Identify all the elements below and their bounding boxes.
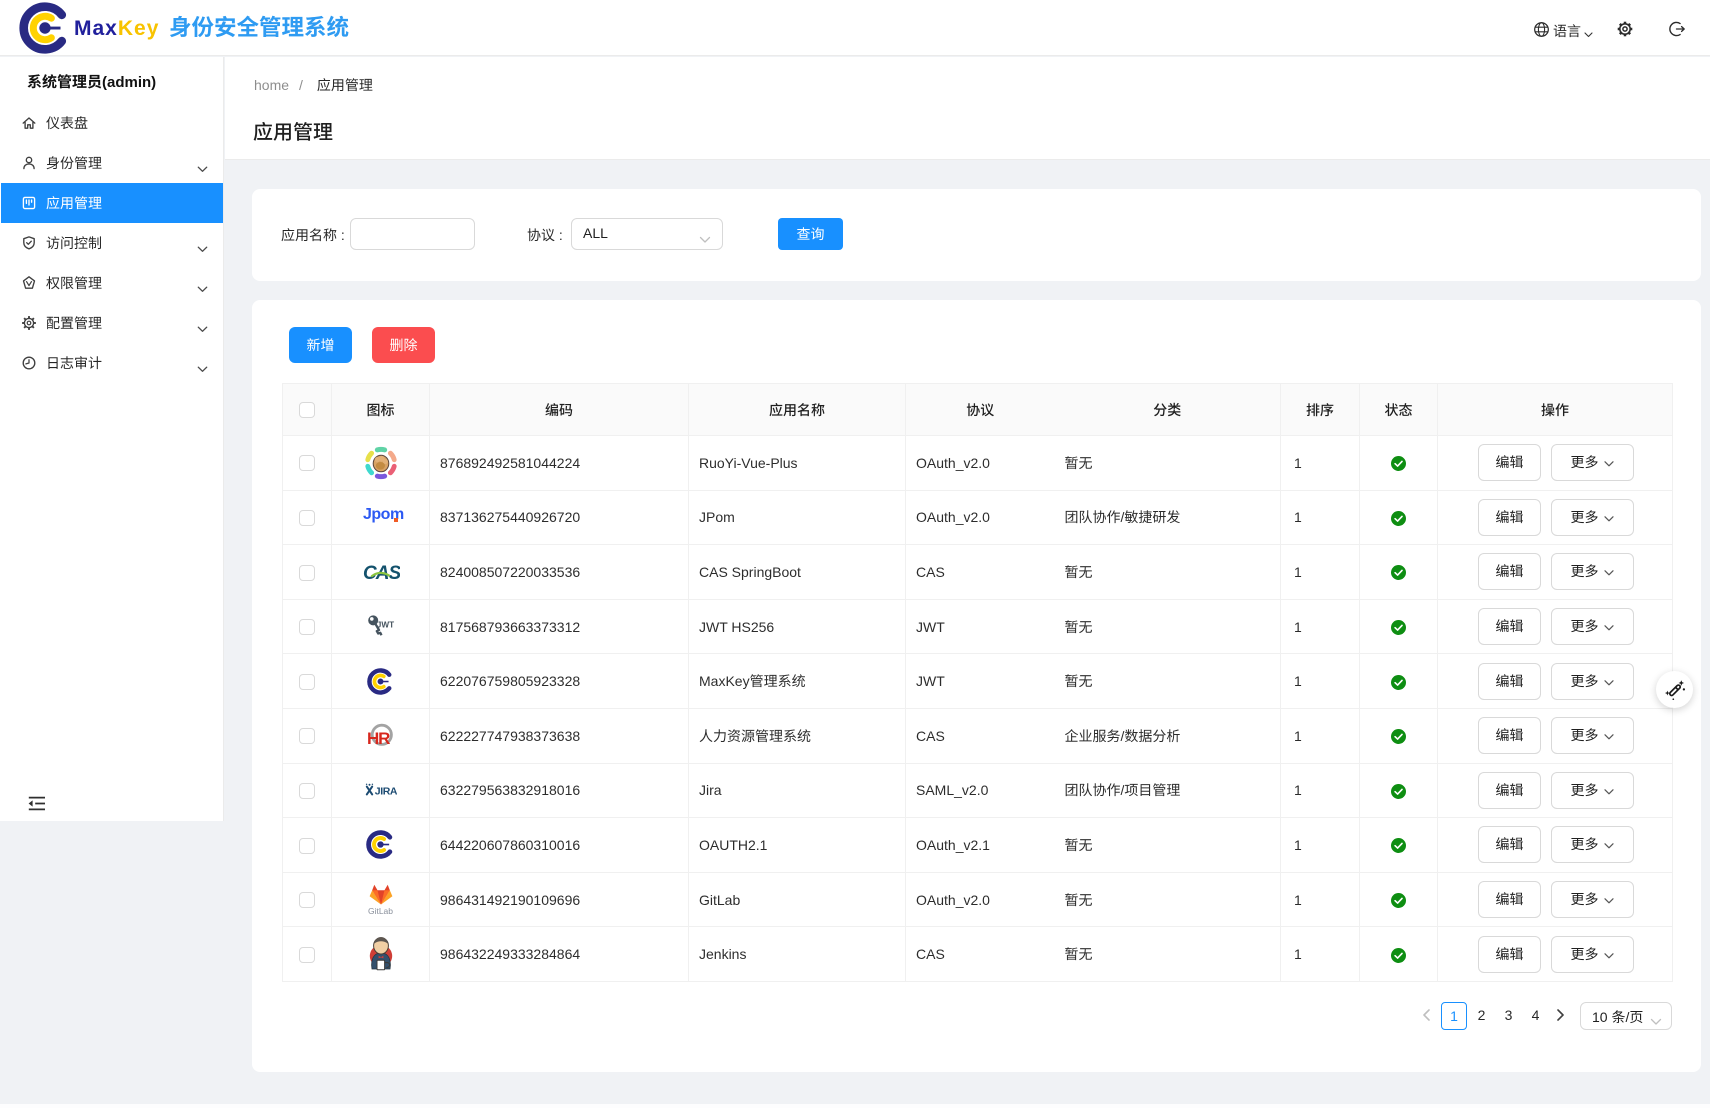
svg-text:JIRA: JIRA [375,786,397,798]
svg-text:HR: HR [367,729,390,748]
svg-text:JWT: JWT [376,620,393,629]
